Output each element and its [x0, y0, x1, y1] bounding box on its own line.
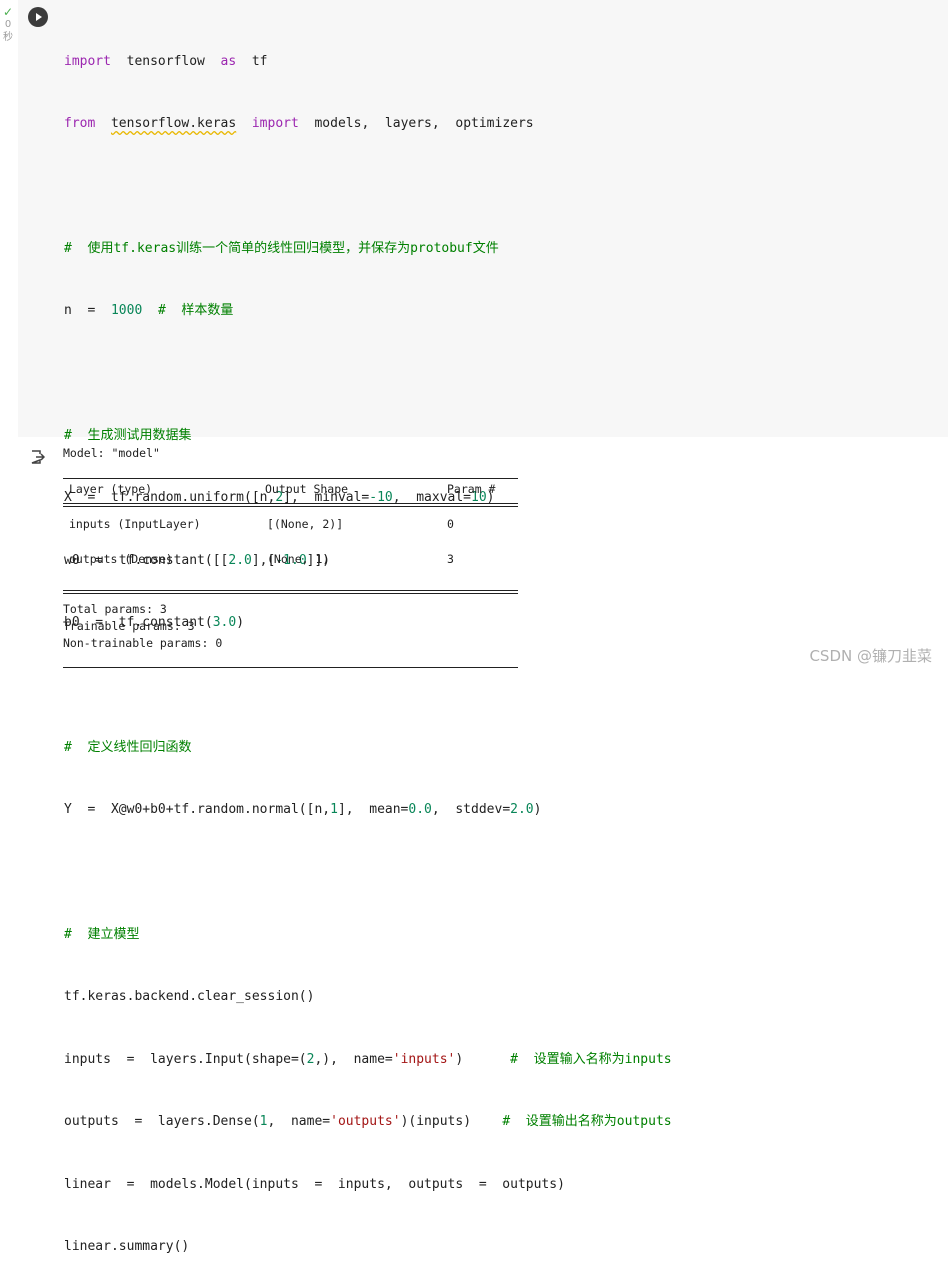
code-line-19: linear.summary(): [64, 1239, 190, 1255]
code-line-16-comment: # 设置输入名称为inputs: [510, 1051, 672, 1067]
code-line-14-comment: # 建立模型: [64, 927, 140, 943]
code-line-16-str: 'inputs': [392, 1051, 456, 1067]
check-icon: ✓: [2, 5, 14, 19]
code-line-4-b: [142, 303, 158, 318]
code-line: # 建立模型: [64, 925, 672, 946]
row-1-layer: outputs (Dense): [69, 552, 173, 566]
code-line: outputs = layers.Dense(1, name='outputs'…: [64, 1112, 672, 1133]
code-line-1-kw2: import: [251, 115, 299, 131]
code-line: n = 1000 # 样本数量: [64, 301, 672, 322]
row-1-shape: (None, 1): [267, 552, 330, 566]
code-line-8-n1: 2.0: [228, 552, 252, 568]
code-line-16-a: inputs = layers.Input(shape=(: [64, 1051, 307, 1067]
row-0-shape: [(None, 2)]: [267, 517, 344, 531]
code-line-1-mod: tensorflow.keras: [110, 115, 237, 131]
code-line-15: tf.keras.backend.clear_session(): [64, 989, 315, 1005]
code-line-16-c: ): [455, 1051, 511, 1067]
code-line-12-n3: 2.0: [510, 802, 534, 818]
execution-status: ✓ 0 秒: [0, 6, 16, 44]
code-line-0-s2: tf: [236, 53, 268, 69]
code-line: tf.keras.backend.clear_session(): [64, 987, 672, 1008]
code-line-4-comment: # 样本数量: [157, 303, 234, 319]
code-line-16-n1: 2: [306, 1051, 315, 1067]
code-line-3-comment: # 使用tf.keras训练一个简单的线性回归模型，并保存为protobuf文件: [64, 240, 499, 256]
code-line: linear = models.Model(inputs = inputs, o…: [64, 1175, 672, 1196]
code-line-12-c: , stddev=: [431, 802, 511, 818]
total-params: Total params: 3: [63, 602, 167, 616]
code-line: # 定义线性回归函数: [64, 738, 672, 759]
header-double-rule: [63, 503, 518, 507]
row-0-params: 0: [447, 517, 454, 531]
table-bottom-rule: [63, 667, 518, 668]
header-output-shape: Output Shape: [265, 482, 349, 496]
code-line-12-n2: 0.0: [408, 802, 432, 818]
code-line-12-n1: 1: [330, 802, 338, 818]
code-line-12-d: ): [533, 802, 542, 818]
code-line-9-n1: 3.0: [212, 615, 237, 631]
model-title: Model: "model": [63, 446, 160, 460]
code-line-17-n1: 1: [259, 1114, 268, 1130]
play-icon: [36, 13, 42, 21]
code-line-1-kw1: from: [64, 115, 96, 131]
code-line-1-s2: [236, 116, 252, 131]
run-cell-button[interactable]: [28, 7, 48, 27]
code-line: # 使用tf.keras训练一个简单的线性回归模型，并保存为protobuf文件: [64, 239, 672, 260]
code-line-18: linear = models.Model(inputs = inputs, o…: [64, 1176, 565, 1192]
code-line-0-kw1: import: [64, 53, 111, 69]
footer-double-rule: [63, 590, 518, 594]
code-line-6-comment: # 生成测试用数据集: [64, 427, 192, 443]
code-line: linear.summary(): [64, 1237, 672, 1258]
code-line-17-c: )(inputs): [400, 1114, 503, 1130]
code-line-0-kw2: as: [220, 53, 237, 69]
code-line: # 生成测试用数据集: [64, 426, 672, 447]
code-line-1-s1: [95, 116, 111, 131]
code-line: Y = X@w0+b0+tf.random.normal([n,1], mean…: [64, 800, 672, 821]
code-line-1-s3: models, layers, optimizers: [298, 115, 534, 131]
header-layer-type: Layer (type): [69, 482, 153, 496]
code-line-17-str: 'outputs': [330, 1114, 401, 1130]
code-line-12-b: ], mean=: [337, 802, 409, 818]
code-line: from tensorflow.keras import models, lay…: [64, 114, 672, 135]
code-line-9-b: ): [236, 615, 245, 631]
code-line: inputs = layers.Input(shape=(2,), name='…: [64, 1050, 672, 1071]
code-line-17-comment: # 设置输出名称为outputs: [502, 1114, 672, 1130]
execution-duration: 0: [4, 19, 12, 30]
trainable-params: Trainable params: 3: [63, 619, 195, 633]
code-line-0-s1: tensorflow: [110, 53, 221, 69]
code-line-4-a: n =: [64, 303, 111, 319]
header-param-count: Param #: [447, 482, 496, 496]
code-line-12-a: Y = X@w0+b0+tf.random.normal([n,: [64, 802, 331, 818]
code-line-16-b: ,), name=: [314, 1051, 393, 1067]
output-redirect-icon[interactable]: [31, 450, 46, 464]
execution-duration-unit: 秒: [3, 32, 13, 43]
table-top-rule: [63, 478, 518, 479]
row-1-params: 3: [447, 552, 454, 566]
non-trainable-params: Non-trainable params: 0: [63, 636, 223, 650]
watermark: CSDN @镰刀韭菜: [809, 647, 932, 665]
row-0-layer: inputs (InputLayer): [69, 517, 201, 531]
code-line-17-a: outputs = layers.Dense(: [64, 1114, 260, 1130]
code-line-17-b: , name=: [267, 1114, 331, 1130]
code-line-11-comment: # 定义线性回归函数: [64, 739, 192, 755]
code-line-4-num: 1000: [110, 303, 143, 319]
output-redirect-icon-svg: [31, 450, 46, 464]
code-line: import tensorflow as tf: [64, 52, 672, 73]
